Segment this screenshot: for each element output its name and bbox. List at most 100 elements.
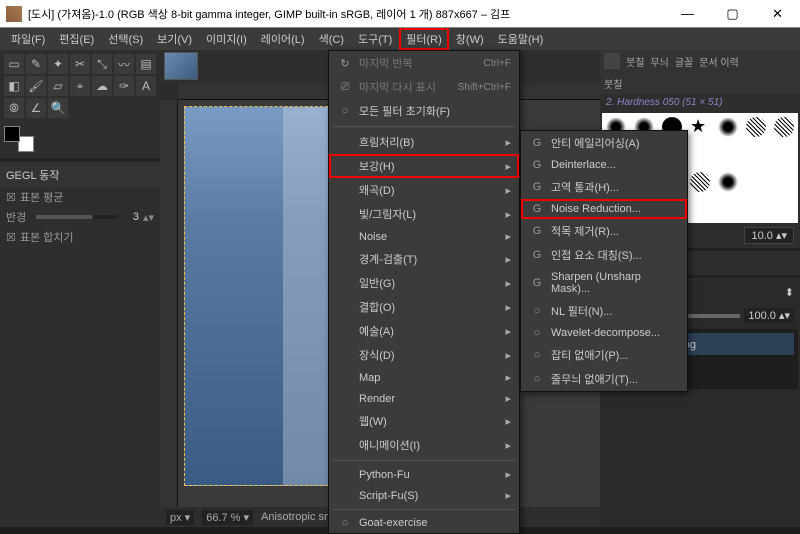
menu-layer[interactable]: 레이어(L) <box>254 28 312 50</box>
radius-value: 3 <box>121 211 139 223</box>
brush-star[interactable]: ★ <box>690 117 710 137</box>
menu-image[interactable]: 이미지(I) <box>199 28 254 50</box>
enhance-symmetric[interactable]: G인접 요소 대칭(S)... <box>521 243 687 267</box>
unit-select[interactable]: px ▾ <box>166 510 194 525</box>
close-button[interactable]: ✕ <box>755 0 800 27</box>
filters-dropdown: ↻마지막 반복Ctrl+F ⎚마지막 다시 표시Shift+Ctrl+F ○모든… <box>328 50 520 534</box>
radius-label: 반경 <box>6 209 32 225</box>
enhance-submenu: G안티 에일리어싱(A) GDeinterlace... G고역 통과(H)..… <box>520 130 688 392</box>
menu-file[interactable]: 파일(F) <box>4 28 52 50</box>
tab-brushes[interactable]: 붓칠 <box>626 54 644 69</box>
tool-warp[interactable]: 〰 <box>114 54 134 74</box>
minimize-button[interactable]: — <box>665 0 710 27</box>
tool-zoom[interactable]: 🔍 <box>48 98 68 118</box>
menu-help[interactable]: 도움말(H) <box>491 28 551 50</box>
filters-reset[interactable]: ○모든 필터 초기화(F) <box>329 99 519 123</box>
enhance-noise-reduction[interactable]: GNoise Reduction... <box>521 199 687 219</box>
filters-edge[interactable]: 경계-검출(T)▸ <box>329 247 519 271</box>
tool-free-select[interactable]: ✎ <box>26 54 46 74</box>
tool-options-header: GEGL 동작 <box>0 163 160 187</box>
brush-sketch2[interactable] <box>774 117 794 137</box>
titlebar: [도시] (가져옴)-1.0 (RGB 색상 8-bit gamma integ… <box>0 0 800 28</box>
filters-animation[interactable]: 애니메이션(I)▸ <box>329 433 519 457</box>
maximize-button[interactable]: ▢ <box>710 0 755 27</box>
window-title: [도시] (가져옴)-1.0 (RGB 색상 8-bit gamma integ… <box>28 6 665 22</box>
filters-noise[interactable]: Noise▸ <box>329 226 519 247</box>
enhance-highpass[interactable]: G고역 통과(H)... <box>521 175 687 199</box>
tab-fonts[interactable]: 글꼴 <box>675 54 693 69</box>
fg-color-swatch[interactable] <box>4 126 20 142</box>
tool-rect-select[interactable]: ▭ <box>4 54 24 74</box>
radius-stepper[interactable]: ▴▾ <box>143 211 154 224</box>
tool-smudge[interactable]: ☁ <box>92 76 112 96</box>
enhance-nlfilter[interactable]: ○NL 필터(N)... <box>521 299 687 323</box>
menu-tools[interactable]: 도구(T) <box>351 28 399 50</box>
app-icon <box>6 6 22 22</box>
enhance-destripe[interactable]: ○줄무늬 없애기(T)... <box>521 367 687 391</box>
tool-text[interactable]: A <box>136 76 156 96</box>
filters-blur[interactable]: 흐림처리(B)▸ <box>329 130 519 154</box>
toolbox: ▭ ✎ ✦ ✂ ⤡ 〰 ▤ ◧ 🖌 ▱ ⌖ ☁ ✑ A ⦾ ∠ 🔍 <box>0 50 160 122</box>
filters-reshow: ⎚마지막 다시 표시Shift+Ctrl+F <box>329 75 519 99</box>
filters-repeat: ↻마지막 반복Ctrl+F <box>329 51 519 75</box>
tool-eraser[interactable]: ▱ <box>48 76 68 96</box>
tool-clone[interactable]: ⌖ <box>70 76 90 96</box>
tool-transform[interactable]: ⤡ <box>92 54 112 74</box>
zoom-select[interactable]: 66.7 % ▾ <box>202 510 253 525</box>
filters-light[interactable]: 빛/그림자(L)▸ <box>329 202 519 226</box>
brush-soft5[interactable] <box>718 172 738 192</box>
tool-fuzzy-select[interactable]: ✦ <box>48 54 68 74</box>
enhance-despeckle[interactable]: ○잡티 없애기(P)... <box>521 343 687 367</box>
opacity-value[interactable]: 100.0 ▴▾ <box>744 308 794 323</box>
menubar: 파일(F) 편집(E) 선택(S) 보기(V) 이미지(I) 레이어(L) 색(… <box>0 28 800 50</box>
menu-select[interactable]: 선택(S) <box>101 28 150 50</box>
sample-merged-check[interactable]: ☒표본 합치기 <box>0 227 160 247</box>
filters-decor[interactable]: 장식(D)▸ <box>329 343 519 367</box>
image-tab-thumb[interactable] <box>164 52 198 80</box>
tab-brushes-icon[interactable] <box>604 53 620 69</box>
menu-edit[interactable]: 편집(E) <box>52 28 101 50</box>
enhance-antialias[interactable]: G안티 에일리어싱(A) <box>521 131 687 155</box>
menu-view[interactable]: 보기(V) <box>150 28 199 50</box>
brush-sketch4[interactable] <box>690 172 710 192</box>
tool-bucket[interactable]: ▤ <box>136 54 156 74</box>
sample-average-check[interactable]: ☒표본 평균 <box>0 187 160 207</box>
tool-measure[interactable]: ∠ <box>26 98 46 118</box>
tool-color-picker[interactable]: ⦾ <box>4 98 24 118</box>
enhance-sharpen[interactable]: GSharpen (Unsharp Mask)... <box>521 267 687 299</box>
filters-pythonfu[interactable]: Python-Fu▸ <box>329 464 519 485</box>
ruler-vertical[interactable] <box>160 100 178 507</box>
brush-soft3[interactable] <box>718 117 738 137</box>
filters-artistic[interactable]: 예술(A)▸ <box>329 319 519 343</box>
filters-generic[interactable]: 일반(G)▸ <box>329 271 519 295</box>
brushes-label: 붓칠 <box>604 76 622 91</box>
filters-goat[interactable]: ○Goat-exercise <box>329 513 519 533</box>
brush-name: 2. Hardness 050 (51 × 51) <box>600 94 800 111</box>
tab-history[interactable]: 문서 이력 <box>699 54 739 69</box>
fg-bg-color[interactable] <box>4 126 34 152</box>
brush-sketch[interactable] <box>746 117 766 137</box>
enhance-deinterlace[interactable]: GDeinterlace... <box>521 155 687 175</box>
filters-scriptfu[interactable]: Script-Fu(S)▸ <box>329 485 519 506</box>
layer-link-icon[interactable]: ⬍ <box>785 286 794 299</box>
filters-enhance[interactable]: 보강(H)▸ <box>329 154 519 178</box>
left-panel: ▭ ✎ ✦ ✂ ⤡ 〰 ▤ ◧ 🖌 ▱ ⌖ ☁ ✑ A ⦾ ∠ 🔍 GEGL 동… <box>0 50 160 527</box>
menu-color[interactable]: 색(C) <box>312 28 351 50</box>
filters-combine[interactable]: 결합(O)▸ <box>329 295 519 319</box>
enhance-redeye[interactable]: G적목 제거(R)... <box>521 219 687 243</box>
enhance-wavelet[interactable]: ○Wavelet-decompose... <box>521 323 687 343</box>
filters-render[interactable]: Render▸ <box>329 388 519 409</box>
filters-distort[interactable]: 왜곡(D)▸ <box>329 178 519 202</box>
radius-slider[interactable] <box>36 215 117 219</box>
tab-patterns[interactable]: 무늬 <box>650 54 668 69</box>
brush-spacing[interactable]: 10.0 ▴▾ <box>744 227 794 244</box>
menu-filters[interactable]: 필터(R) <box>399 28 449 50</box>
filters-web[interactable]: 웹(W)▸ <box>329 409 519 433</box>
tool-crop[interactable]: ✂ <box>70 54 90 74</box>
tool-brush[interactable]: 🖌 <box>26 76 46 96</box>
tool-gradient[interactable]: ◧ <box>4 76 24 96</box>
menu-windows[interactable]: 창(W) <box>449 28 491 50</box>
tool-path[interactable]: ✑ <box>114 76 134 96</box>
filters-map[interactable]: Map▸ <box>329 367 519 388</box>
bg-color-swatch[interactable] <box>18 136 34 152</box>
